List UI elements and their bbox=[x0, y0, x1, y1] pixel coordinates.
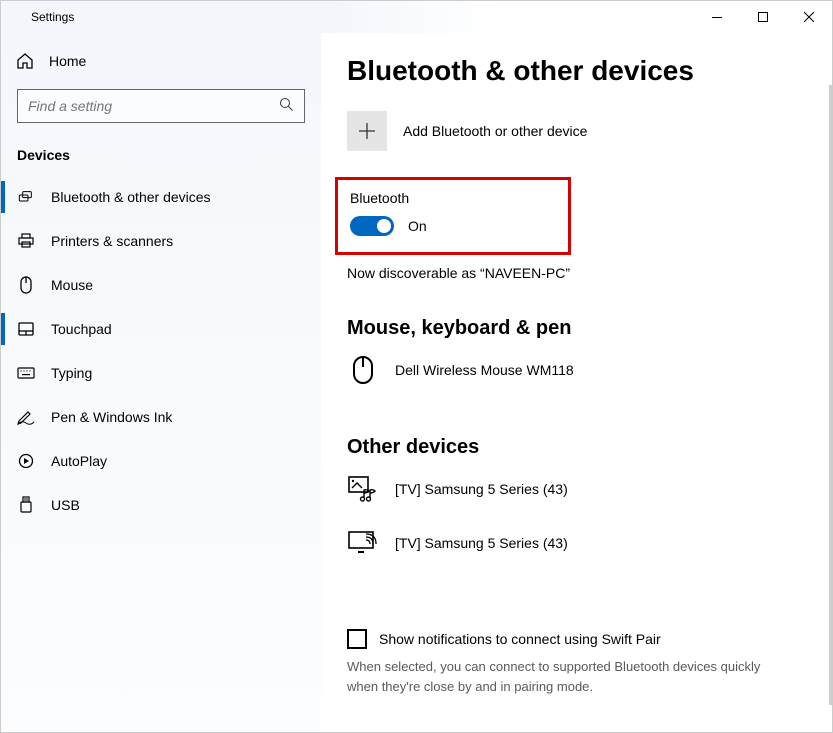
toggle-knob bbox=[377, 219, 391, 233]
settings-window: Settings Home bbox=[0, 0, 833, 733]
mouse-keyboard-heading: Mouse, keyboard & pen bbox=[347, 317, 812, 340]
swift-pair-checkbox[interactable] bbox=[347, 629, 367, 649]
add-device-button[interactable]: Add Bluetooth or other device bbox=[347, 111, 812, 151]
window-title: Settings bbox=[29, 1, 74, 33]
category-title: Devices bbox=[1, 133, 321, 175]
add-device-label: Add Bluetooth or other device bbox=[403, 123, 587, 139]
bluetooth-state: On bbox=[408, 218, 427, 234]
scrollbar[interactable] bbox=[829, 85, 832, 705]
swift-pair-checkbox-row[interactable]: Show notifications to connect using Swif… bbox=[347, 629, 812, 649]
sidebar-item-label: Mouse bbox=[51, 277, 93, 293]
sidebar-item-touchpad[interactable]: Touchpad bbox=[1, 307, 321, 351]
sidebar-item-bluetooth[interactable]: Bluetooth & other devices bbox=[1, 175, 321, 219]
sidebar-item-autoplay[interactable]: AutoPlay bbox=[1, 439, 321, 483]
mouse-device-icon bbox=[347, 354, 379, 386]
sidebar: Home Devices Bluetooth & other devices bbox=[1, 33, 321, 732]
sidebar-item-label: USB bbox=[51, 497, 80, 513]
sidebar-item-printers[interactable]: Printers & scanners bbox=[1, 219, 321, 263]
sidebar-item-mouse[interactable]: Mouse bbox=[1, 263, 321, 307]
sidebar-item-pen[interactable]: Pen & Windows Ink bbox=[1, 395, 321, 439]
swift-pair-label: Show notifications to connect using Swif… bbox=[379, 631, 661, 647]
device-row[interactable]: Dell Wireless Mouse WM118 bbox=[347, 354, 812, 386]
keyboard-icon bbox=[17, 364, 35, 382]
sidebar-item-label: AutoPlay bbox=[51, 453, 107, 469]
sidebar-item-label: Touchpad bbox=[51, 321, 112, 337]
bluetooth-icon bbox=[17, 188, 35, 206]
sidebar-item-label: Pen & Windows Ink bbox=[51, 409, 172, 425]
minimize-button[interactable] bbox=[694, 1, 740, 33]
other-devices-heading: Other devices bbox=[347, 436, 812, 459]
window-controls bbox=[694, 1, 832, 33]
nav-list: Bluetooth & other devices Printers & sca… bbox=[1, 175, 321, 527]
sidebar-item-label: Typing bbox=[51, 365, 92, 381]
device-label: [TV] Samsung 5 Series (43) bbox=[395, 481, 568, 497]
bluetooth-title: Bluetooth bbox=[350, 190, 556, 206]
mouse-icon bbox=[17, 276, 35, 294]
nav-home[interactable]: Home bbox=[1, 41, 321, 81]
nav-home-label: Home bbox=[49, 53, 86, 69]
minimize-icon bbox=[712, 17, 722, 18]
autoplay-icon bbox=[17, 452, 35, 470]
search-input[interactable] bbox=[28, 98, 271, 114]
display-cast-icon bbox=[347, 527, 379, 559]
search-icon bbox=[279, 97, 294, 115]
home-icon bbox=[17, 53, 33, 69]
device-label: Dell Wireless Mouse WM118 bbox=[395, 362, 574, 378]
maximize-icon bbox=[758, 12, 768, 22]
close-button[interactable] bbox=[786, 1, 832, 33]
page-title: Bluetooth & other devices bbox=[347, 55, 812, 87]
discoverable-text: Now discoverable as “NAVEEN-PC” bbox=[347, 265, 812, 281]
media-device-icon bbox=[347, 473, 379, 505]
swift-pair-help: When selected, you can connect to suppor… bbox=[347, 657, 777, 696]
close-icon bbox=[804, 12, 814, 22]
bluetooth-highlight: Bluetooth On bbox=[335, 177, 571, 255]
sidebar-item-usb[interactable]: USB bbox=[1, 483, 321, 527]
device-row[interactable]: [TV] Samsung 5 Series (43) bbox=[347, 473, 812, 505]
plus-icon bbox=[347, 111, 387, 151]
usb-icon bbox=[17, 496, 35, 514]
sidebar-item-label: Bluetooth & other devices bbox=[51, 189, 211, 205]
device-label: [TV] Samsung 5 Series (43) bbox=[395, 535, 568, 551]
printer-icon bbox=[17, 232, 35, 250]
bluetooth-toggle[interactable] bbox=[350, 216, 394, 236]
maximize-button[interactable] bbox=[740, 1, 786, 33]
titlebar: Settings bbox=[1, 1, 832, 33]
sidebar-item-typing[interactable]: Typing bbox=[1, 351, 321, 395]
main-panel: Bluetooth & other devices Add Bluetooth … bbox=[321, 33, 832, 732]
touchpad-icon bbox=[17, 320, 35, 338]
sidebar-item-label: Printers & scanners bbox=[51, 233, 173, 249]
search-box[interactable] bbox=[17, 89, 305, 123]
device-row[interactable]: [TV] Samsung 5 Series (43) bbox=[347, 527, 812, 559]
app-icon bbox=[1, 1, 29, 33]
pen-icon bbox=[17, 408, 35, 426]
